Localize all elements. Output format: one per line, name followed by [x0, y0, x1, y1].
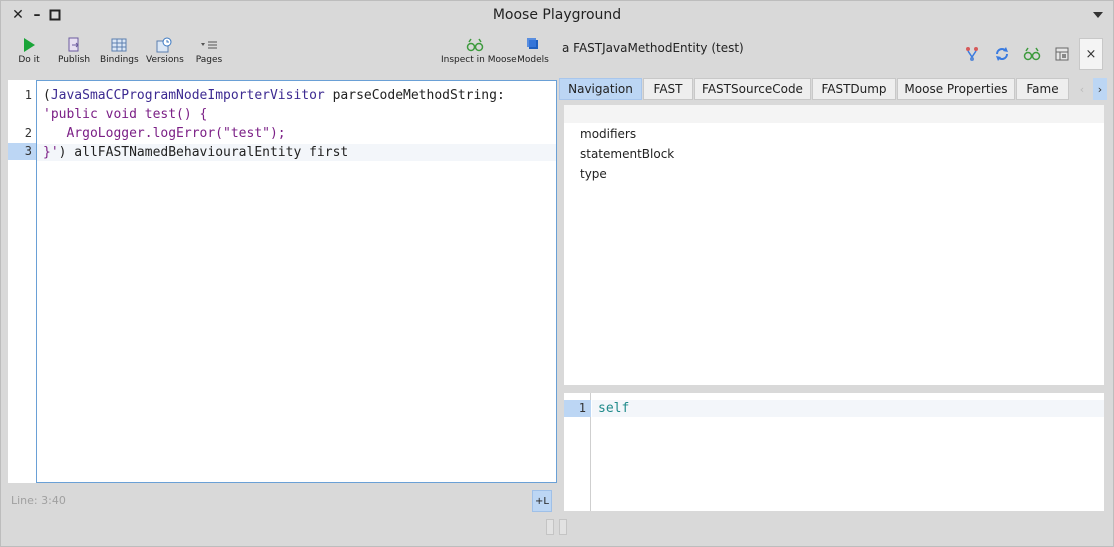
versions-icon [156, 37, 172, 53]
nav-item-statementblock[interactable]: statementBlock [580, 147, 674, 161]
line-number: 1 [24, 88, 32, 102]
browse-icon[interactable] [1053, 45, 1071, 63]
code-line-2: ArgoLogger.logError("test"); [43, 126, 286, 141]
models-icon [527, 38, 538, 49]
code-string-token: }' [43, 145, 59, 160]
evaluator-pane[interactable]: 1 self [564, 393, 1104, 511]
cursor-position: Line: 3:40 [11, 494, 66, 507]
nav-item-modifiers[interactable]: modifiers [580, 127, 636, 141]
do-it-button[interactable]: Do it [15, 37, 43, 69]
bindings-icon [111, 38, 127, 52]
do-it-label: Do it [18, 55, 40, 65]
line-numbers-toggle[interactable]: +L [532, 490, 552, 512]
inspector-title: a FASTJavaMethodEntity (test) [562, 41, 744, 55]
publish-button[interactable]: Publish [57, 37, 91, 69]
pages-menu-icon [201, 41, 217, 49]
line-number: 3 [24, 144, 32, 158]
code-line-3: }') allFASTNamedBehaviouralEntity first [43, 145, 348, 160]
line-number: 2 [24, 126, 32, 140]
code-token: parseCodeMethodString: [324, 88, 505, 103]
playground-editor[interactable]: 1 2 3 (JavaSmaCCProgramNodeImporterVisit… [8, 80, 557, 483]
code-area[interactable]: (JavaSmaCCProgramNodeImporterVisitor par… [36, 80, 557, 483]
pages-button[interactable]: Pages [194, 37, 224, 69]
publish-label: Publish [57, 55, 91, 65]
nav-item-type[interactable]: type [580, 167, 607, 181]
line-number-gutter: 1 2 3 [8, 80, 36, 483]
bindings-button[interactable]: Bindings [100, 37, 139, 69]
tabs-scroll-right-icon[interactable]: › [1093, 78, 1107, 100]
tab-fastsourcecode[interactable]: FASTSourceCode [694, 78, 811, 100]
fork-icon[interactable] [963, 45, 981, 63]
close-inspector-button[interactable]: × [1079, 38, 1103, 70]
glasses-icon [466, 38, 484, 52]
code-line-1: (JavaSmaCCProgramNodeImporterVisitor par… [43, 88, 505, 103]
pager-handle[interactable] [559, 519, 567, 535]
navigation-panel: modifiers statementBlock type [564, 105, 1104, 385]
tab-fastdump[interactable]: FASTDump [812, 78, 896, 100]
code-token: ( [43, 88, 51, 103]
inspect-in-moose-label: Inspect in Moose [441, 55, 517, 65]
pages-label: Pages [195, 55, 223, 65]
window-menu-icon[interactable] [1093, 12, 1103, 18]
code-class-token: JavaSmaCCProgramNodeImporterVisitor [50, 88, 325, 103]
models-button[interactable]: Models [516, 37, 550, 69]
publish-icon [68, 37, 79, 52]
tabs-scroll-left-icon[interactable]: ‹ [1075, 78, 1089, 100]
tab-navigation[interactable]: Navigation [559, 78, 642, 100]
playground-window: ✕ – Moose Playground Do it Publish Bindi… [0, 0, 1114, 547]
title-bar: ✕ – Moose Playground [1, 1, 1113, 31]
line-number: 1 [578, 401, 586, 415]
play-icon [24, 38, 35, 52]
evaluator-gutter: 1 [564, 393, 591, 511]
code-line-1b: 'public void test() { [43, 107, 208, 122]
tab-fast[interactable]: FAST [643, 78, 693, 100]
inspect-in-moose-button[interactable]: Inspect in Moose [441, 37, 517, 69]
versions-label: Versions [146, 55, 184, 65]
inspect-glasses-icon[interactable] [1023, 45, 1041, 63]
tab-fame[interactable]: Fame [1016, 78, 1069, 100]
models-label: Models [517, 55, 549, 65]
bindings-label: Bindings [100, 55, 139, 65]
refresh-icon[interactable] [993, 45, 1011, 63]
evaluator-code[interactable]: self [598, 401, 629, 416]
window-title: Moose Playground [492, 7, 622, 23]
evaluator-current-line [564, 400, 591, 417]
code-token: ) allFASTNamedBehaviouralEntity first [58, 145, 349, 160]
navigation-header [564, 105, 1104, 123]
versions-button[interactable]: Versions [146, 37, 184, 69]
evaluator-line-highlight [592, 400, 1104, 417]
pager-handle[interactable] [546, 519, 554, 535]
tab-moose-properties[interactable]: Moose Properties [897, 78, 1015, 100]
